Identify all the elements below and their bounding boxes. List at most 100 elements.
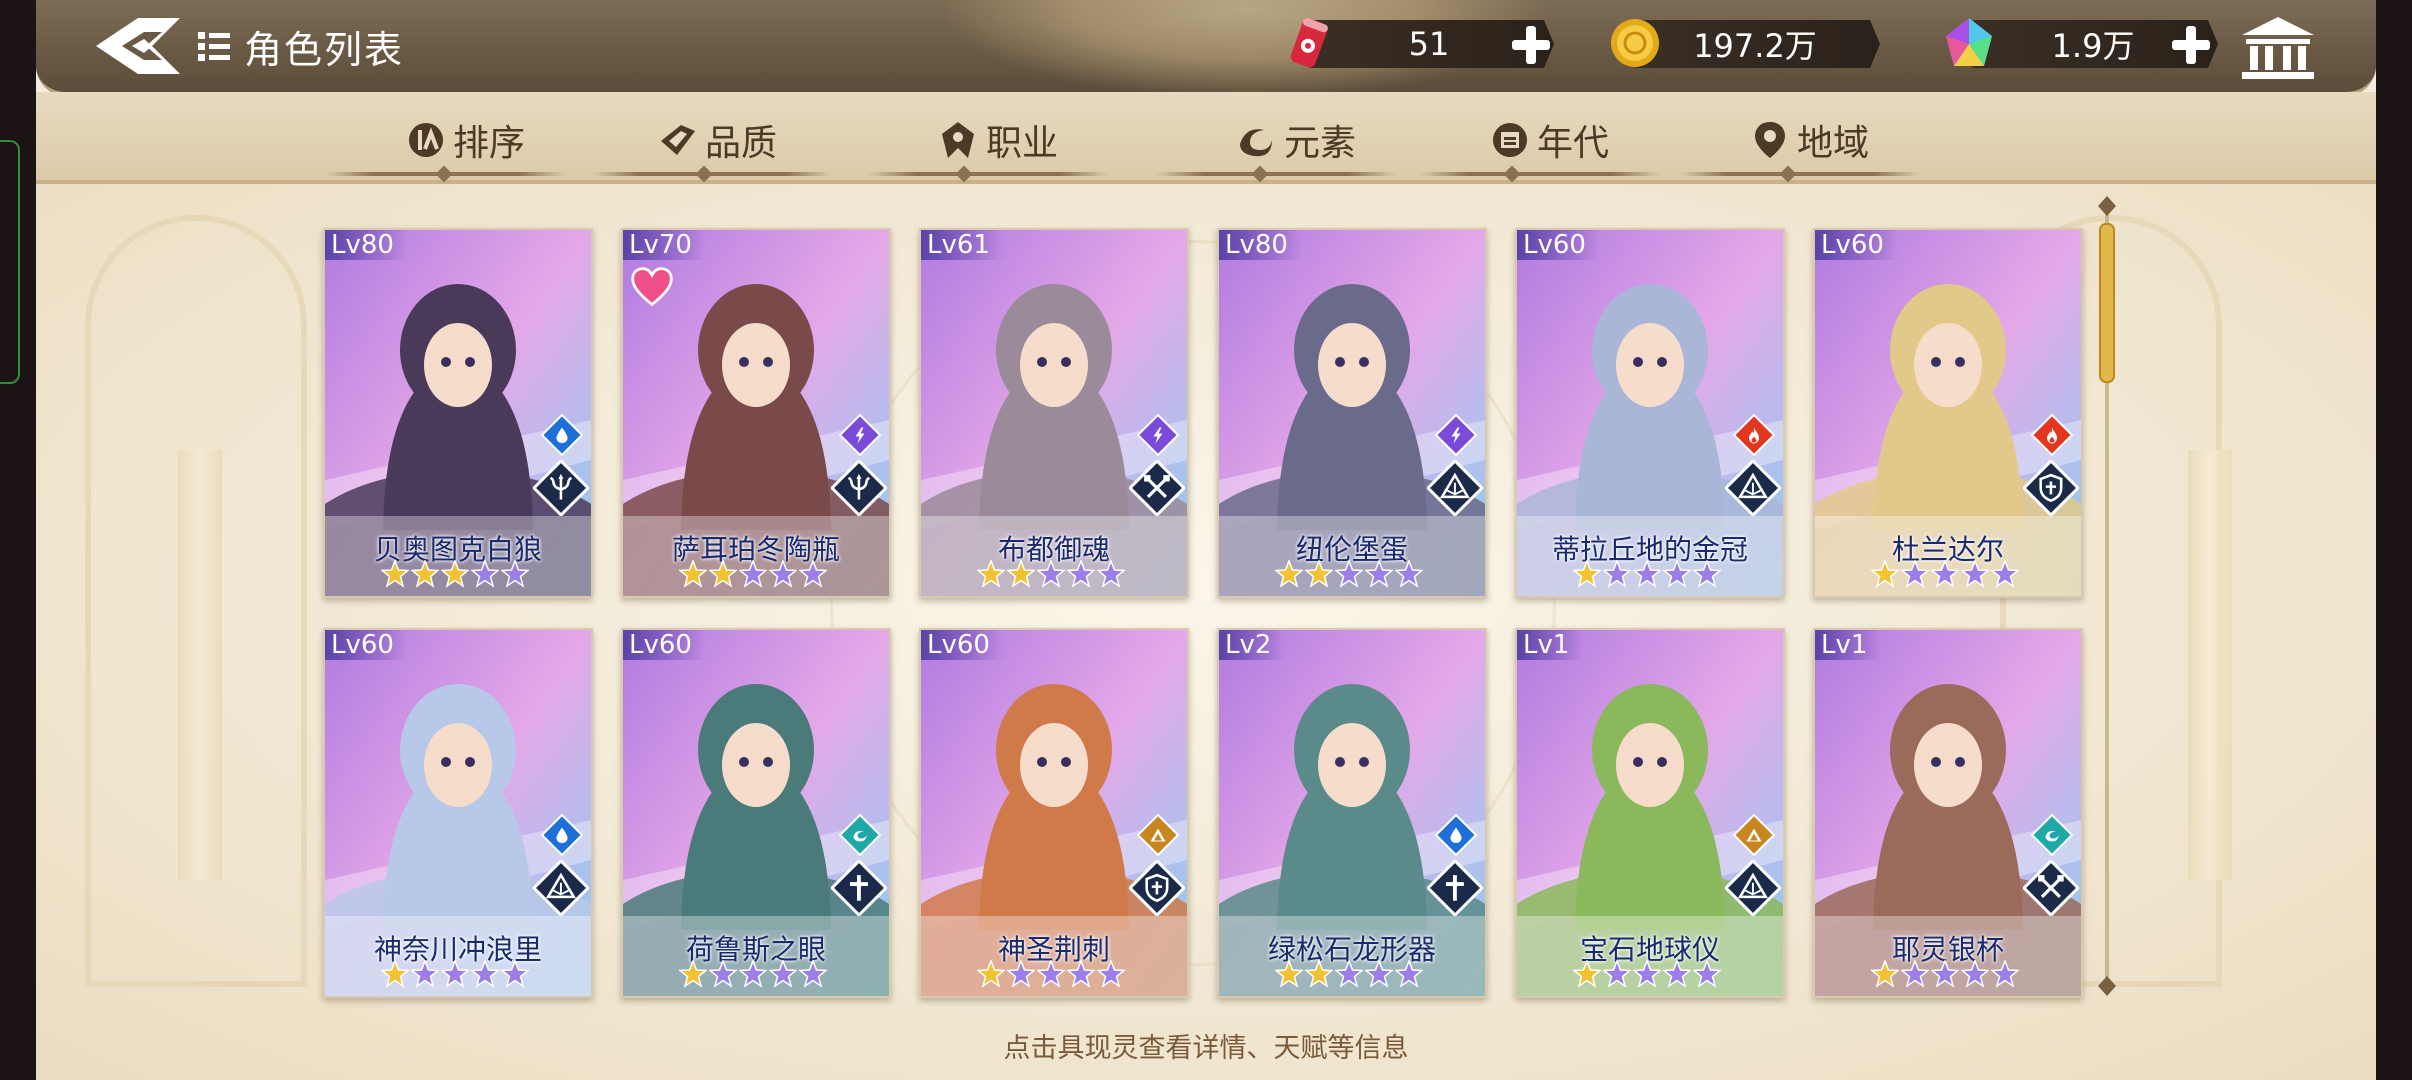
star-icon	[1901, 960, 1929, 988]
character-card[interactable]: Lv61 布都御魂	[919, 228, 1189, 598]
star-icon	[977, 560, 1005, 588]
swords-class-icon	[2023, 860, 2079, 916]
tab-sort[interactable]: 排序	[356, 110, 576, 170]
star-icon	[679, 960, 707, 988]
level-value: 60	[1850, 230, 1884, 260]
tab-divider	[1420, 172, 1660, 176]
sort-icon	[408, 123, 443, 157]
level-prefix: Lv	[629, 630, 659, 660]
gold-value: 197.2万	[1693, 27, 1817, 65]
star-icon	[1275, 560, 1303, 588]
character-card[interactable]: Lv1 耶灵银杯	[1813, 628, 2083, 998]
level-value: 70	[658, 230, 692, 260]
shield-class-icon	[1129, 860, 1185, 916]
star-icon	[1275, 960, 1303, 988]
star-icon	[1633, 560, 1661, 588]
lightning-element-icon	[839, 414, 881, 456]
location-icon	[1754, 122, 1785, 158]
water-element-icon	[1435, 814, 1477, 856]
hint-text: 点击具现灵查看详情、天赋等信息	[1003, 1033, 1409, 1064]
star-icon	[1365, 560, 1393, 588]
character-card[interactable]: Lv2 绿松石龙形器	[1217, 628, 1487, 998]
level-value: 60	[360, 630, 394, 660]
lightning-element-icon	[1435, 414, 1477, 456]
page-title: 角色列表	[244, 27, 405, 72]
star-icon	[1573, 960, 1601, 988]
level-value: 1	[1850, 630, 1868, 660]
shield-class-icon	[2023, 460, 2079, 516]
level-badge: Lv60	[1815, 230, 1898, 260]
level-prefix: Lv	[629, 230, 659, 260]
character-card[interactable]: Lv70 萨耳珀冬陶瓶	[621, 228, 891, 598]
level-value: 60	[658, 630, 692, 660]
star-icon	[1931, 960, 1959, 988]
red-can-icon	[1290, 18, 1328, 68]
tab-class[interactable]: 职业	[888, 110, 1108, 170]
earth-element-icon	[1733, 814, 1775, 856]
star-icon	[1067, 560, 1095, 588]
level-value: 60	[956, 630, 990, 660]
star-icon	[1365, 960, 1393, 988]
star-icon	[1395, 560, 1423, 588]
star-rating	[1275, 560, 1423, 588]
tab-divider	[868, 172, 1108, 176]
tab-era[interactable]: 年代	[1440, 110, 1660, 170]
back-arrow-icon	[96, 18, 180, 74]
page-title-group: 角色列表	[196, 18, 404, 74]
star-icon	[679, 560, 707, 588]
level-value: 1	[1552, 630, 1570, 660]
tab-label: 职业	[985, 123, 1058, 164]
level-prefix: Lv	[1225, 230, 1255, 260]
back-button[interactable]	[92, 10, 184, 82]
level-badge: Lv60	[325, 630, 408, 660]
level-badge: Lv61	[921, 230, 1004, 260]
gem-plus-button[interactable]	[2168, 22, 2214, 68]
star-icon	[739, 960, 767, 988]
star-icon	[471, 560, 499, 588]
water-element-icon	[541, 814, 583, 856]
gem-value: 1.9万	[2051, 27, 2135, 65]
star-icon	[1693, 560, 1721, 588]
plus-icon	[1512, 26, 1550, 64]
bank-button[interactable]	[2236, 12, 2320, 84]
character-card[interactable]: Lv1 宝石地球仪	[1515, 628, 1785, 998]
book-class-icon	[1427, 460, 1483, 516]
character-card[interactable]: Lv80 纽伦堡蛋	[1217, 228, 1487, 598]
star-icon	[1037, 960, 1065, 988]
tab-label: 品质	[704, 123, 777, 164]
app-root: 角色列表 51 197.2万 1.9万 排序 品质 职业 元素 年代 地域 Lv…	[0, 0, 2412, 1080]
quality-icon	[660, 125, 695, 155]
character-card[interactable]: Lv60 荷鲁斯之眼	[621, 628, 891, 998]
character-card[interactable]: Lv60 神奈川冲浪里	[323, 628, 593, 998]
left-edge-marker	[0, 140, 20, 384]
star-rating	[679, 960, 827, 988]
star-icon	[1603, 960, 1631, 988]
character-card[interactable]: Lv60 杜兰达尔	[1813, 228, 2083, 598]
level-badge: Lv1	[1815, 630, 1882, 660]
cross-class-icon	[831, 860, 887, 916]
star-icon	[769, 560, 797, 588]
level-value: 80	[360, 230, 394, 260]
water-element-icon	[541, 414, 583, 456]
tab-element[interactable]: 元素	[1186, 110, 1406, 170]
stamina-value: 51	[1408, 25, 1450, 63]
star-icon	[1335, 560, 1363, 588]
tab-quality[interactable]: 品质	[608, 110, 828, 170]
heart-icon	[631, 267, 673, 307]
star-icon	[1961, 960, 1989, 988]
star-rating	[381, 960, 529, 988]
stamina-plus-button[interactable]	[1508, 22, 1554, 68]
character-card[interactable]: Lv60 蒂拉丘地的金冠	[1515, 228, 1785, 598]
star-icon	[1305, 960, 1333, 988]
cross-class-icon	[1427, 860, 1483, 916]
star-icon	[769, 960, 797, 988]
list-icon	[198, 32, 230, 61]
tab-region[interactable]: 地域	[1700, 110, 1920, 170]
character-card[interactable]: Lv60 神圣荆刺	[919, 628, 1189, 998]
vertical-scrollbar[interactable]	[2096, 196, 2118, 996]
era-icon	[1492, 123, 1527, 157]
tab-label: 排序	[452, 123, 525, 164]
level-prefix: Lv	[1523, 630, 1553, 660]
star-rating	[977, 560, 1125, 588]
character-card[interactable]: Lv80 贝奥图克白狼	[323, 228, 593, 598]
